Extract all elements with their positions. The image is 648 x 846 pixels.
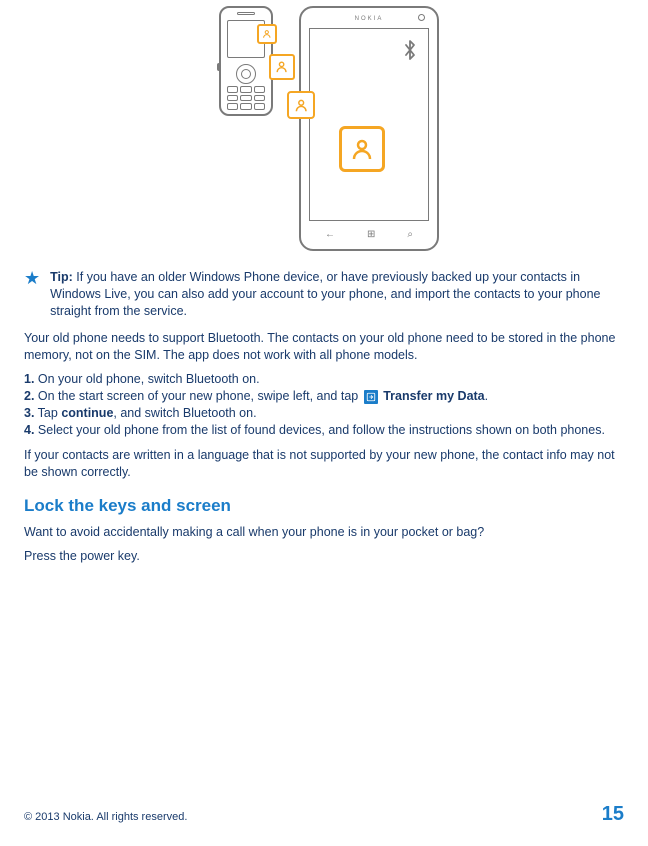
step-1: 1. On your old phone, switch Bluetooth o… [24, 371, 624, 388]
contact-transfer-icon [339, 126, 385, 172]
transfer-app-icon [364, 390, 378, 404]
paragraph-bluetooth-req: Your old phone needs to support Bluetoot… [24, 330, 624, 364]
nav-back-icon: ← [325, 228, 335, 242]
contact-transfer-icon [257, 24, 277, 44]
section-lock-p2: Press the power key. [24, 548, 624, 565]
page-footer: © 2013 Nokia. All rights reserved. 15 [24, 801, 624, 828]
section-heading-lock: Lock the keys and screen [24, 495, 624, 518]
phone-brand: NOKIA [355, 15, 384, 23]
step-3: 3. Tap continue, and switch Bluetooth on… [24, 405, 624, 422]
old-phone-graphic [219, 6, 273, 116]
tip-label: Tip: [50, 270, 73, 284]
transfer-illustration: NOKIA ← ⊞ ⌕ [24, 0, 624, 251]
page-number: 15 [602, 801, 624, 828]
section-lock-p1: Want to avoid accidentally making a call… [24, 524, 624, 541]
tip-text: If you have an older Windows Phone devic… [50, 270, 600, 318]
star-icon: ★ [24, 269, 40, 320]
copyright-text: © 2013 Nokia. All rights reserved. [24, 810, 187, 825]
nav-home-icon: ⊞ [367, 228, 375, 242]
step-4: 4. Select your old phone from the list o… [24, 422, 624, 439]
nav-search-icon: ⌕ [407, 228, 413, 242]
steps-list: 1. On your old phone, switch Bluetooth o… [24, 371, 624, 439]
step-2: 2. On the start screen of your new phone… [24, 388, 624, 405]
contact-transfer-icon [269, 54, 295, 80]
tip-block: ★ Tip: If you have an older Windows Phon… [24, 269, 624, 320]
paragraph-language-note: If your contacts are written in a langua… [24, 447, 624, 481]
contact-transfer-icon [287, 91, 315, 119]
bluetooth-icon [402, 39, 418, 66]
